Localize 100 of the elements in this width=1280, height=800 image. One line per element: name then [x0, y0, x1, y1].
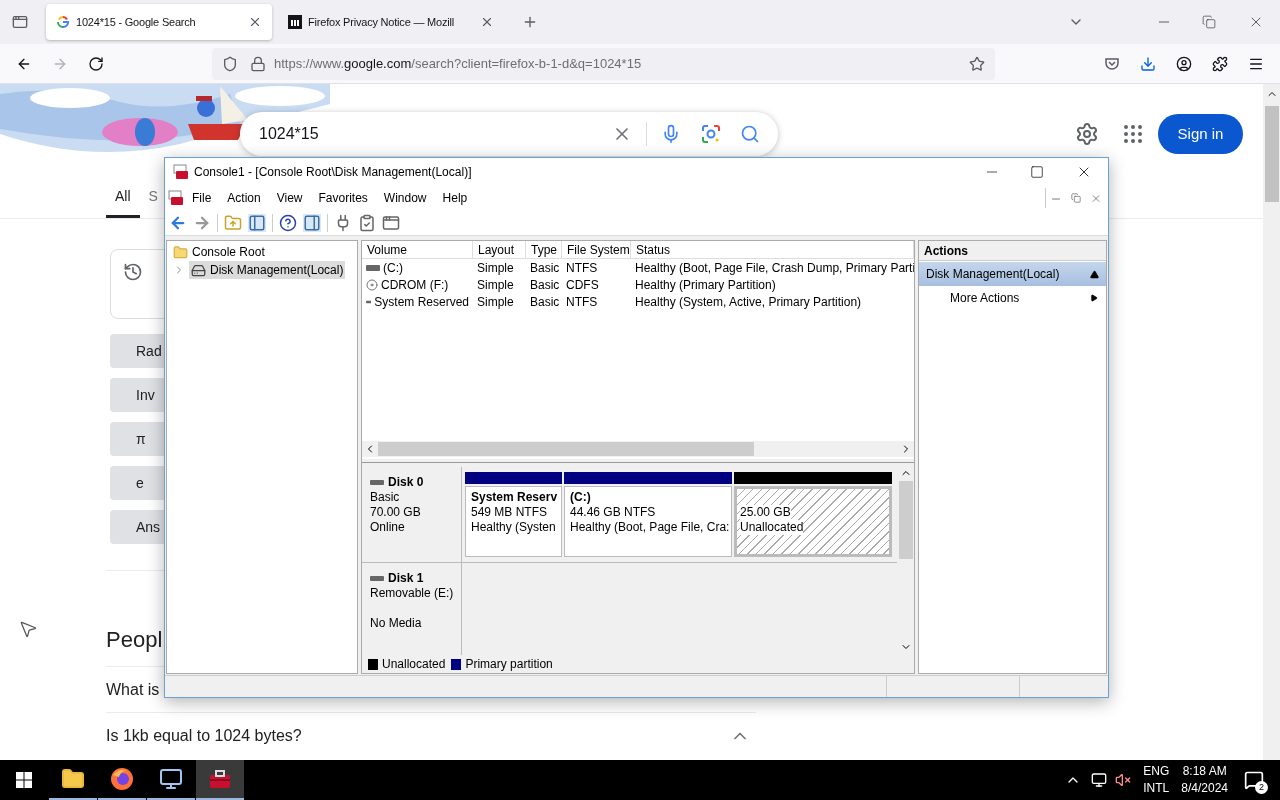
submenu-arrow-icon	[1090, 294, 1098, 302]
action-group-header[interactable]: Disk Management(Local)	[919, 262, 1106, 286]
bookmark-star-icon[interactable]	[969, 55, 985, 72]
folder-icon	[61, 767, 85, 791]
column-header[interactable]: File System	[562, 241, 631, 258]
menu-item[interactable]: Favorites	[310, 189, 376, 207]
reload-icon[interactable]	[88, 55, 104, 72]
favicon-icon	[288, 15, 302, 29]
start-icon[interactable]	[16, 772, 32, 788]
question-text[interactable]: What is	[106, 677, 160, 702]
extensions-icon[interactable]	[1212, 55, 1228, 72]
table-cell-text: System Reserved	[374, 293, 469, 311]
question-text[interactable]: Is 1kb equal to 1024 bytes?	[106, 723, 302, 748]
taskbar-app[interactable]	[196, 760, 244, 800]
browser-tab[interactable]: Firefox Privacy Notice — Mozill	[278, 4, 504, 40]
browser-icon	[110, 767, 134, 791]
scroll-thumb[interactable]	[1264, 106, 1279, 202]
table-cell-text: CDROM (F:)	[381, 276, 449, 294]
menu-item[interactable]: Help	[434, 189, 476, 207]
action-pane-icon[interactable]	[303, 213, 321, 232]
table-cell-text: Basic	[530, 259, 560, 277]
check-icon[interactable]	[358, 213, 376, 232]
table-cell-text: CDFS	[566, 276, 599, 294]
table-cell-text: Healthy (Primary Partition)	[635, 276, 776, 294]
table-cell-text: Simple	[477, 293, 514, 311]
partition-status: Unallocated	[740, 520, 804, 535]
help-icon[interactable]	[279, 213, 297, 232]
tree-pane-icon[interactable]	[248, 213, 266, 232]
partition-status: Healthy (Systen	[471, 520, 556, 535]
close-icon[interactable]	[480, 15, 494, 29]
restore-icon[interactable]	[1202, 15, 1216, 29]
action-item[interactable]: More Actions	[919, 286, 1106, 310]
maximize-icon[interactable]	[1030, 165, 1044, 179]
search-field[interactable]: 1024*15	[240, 112, 778, 156]
table-cell-text: NTFS	[566, 259, 598, 277]
camera-lens-icon[interactable]	[701, 124, 721, 144]
save-to-list-icon[interactable]	[1104, 55, 1120, 72]
legend-label: Primary partition	[465, 656, 553, 673]
disk-name: Disk 1	[388, 571, 424, 586]
close-icon[interactable]	[248, 15, 262, 29]
disk-state: No Media	[370, 616, 423, 631]
tree-item[interactable]: Console Root	[171, 243, 267, 261]
column-header[interactable]: Layout	[473, 241, 526, 258]
shield-icon	[222, 55, 238, 72]
download-icon[interactable]	[1140, 55, 1156, 72]
menu-item[interactable]: Window	[375, 189, 435, 207]
menu-item[interactable]: View	[268, 189, 311, 207]
section-heading: Peopl	[106, 626, 164, 654]
language-indicator[interactable]: ENG INTL	[1143, 763, 1170, 797]
calculator-key[interactable]: Ans	[110, 510, 164, 544]
horizontal-scrollbar[interactable]	[362, 441, 914, 457]
toolbox-icon	[173, 164, 189, 180]
account-icon[interactable]	[1176, 55, 1192, 72]
tree-item[interactable]: Disk Management(Local)	[189, 261, 346, 279]
table-cell-text: Simple	[477, 276, 514, 294]
url-text: https://www.google.com/search?client=firefox-b-1-d&q=1024*15	[274, 54, 642, 73]
partition-block[interactable]: (C:) 44.46 GB NTFS Healthy (Boot, Page File, Cra:	[564, 486, 732, 557]
muted-speaker-icon[interactable]	[1115, 772, 1132, 788]
calculator-key[interactable]: e	[110, 466, 164, 500]
drive-icon	[370, 480, 384, 485]
mic-icon[interactable]	[661, 124, 681, 144]
cursor-icon	[18, 619, 38, 639]
search-icon[interactable]	[740, 124, 760, 144]
url-field[interactable]: https://www.google.com/search?client=firefox-b-1-d&q=1024*15	[212, 47, 995, 80]
new-tab-icon[interactable]	[522, 14, 538, 30]
sign-in-button[interactable]: Sign in	[1158, 114, 1243, 154]
tab-title: 1024*15 - Google Search	[76, 14, 197, 30]
table-cell-text: Healthy (System, Active, Primary Partition)	[635, 293, 862, 311]
partition-size: 44.46 GB NTFS	[570, 505, 657, 520]
calculator-key[interactable]: Inv	[110, 378, 164, 412]
legend-label: Unallocated	[382, 656, 446, 673]
lock-icon	[250, 55, 266, 72]
collapse-icon	[1090, 269, 1099, 279]
table-cell-text: Basic	[530, 293, 560, 311]
scrollbar[interactable]	[1263, 84, 1280, 760]
partition-block[interactable]: 25.00 GB Unallocated	[734, 486, 892, 557]
history-icon[interactable]	[123, 262, 143, 282]
properties-icon[interactable]	[382, 213, 400, 232]
calculator-key[interactable]: π	[110, 422, 164, 456]
column-header[interactable]: Volume	[362, 241, 473, 258]
search-tab[interactable]: S	[139, 182, 167, 218]
calculator-key[interactable]: Rad	[110, 334, 164, 368]
disk-state: Online	[370, 520, 406, 535]
partition-name: (C:)	[570, 490, 592, 505]
disk-name: Disk 0	[388, 475, 424, 490]
tab-title: Firefox Privacy Notice — Mozill	[308, 14, 455, 30]
table-cell-text: Basic	[530, 276, 560, 294]
browser-tab[interactable]: 1024*15 - Google Search	[46, 4, 272, 40]
settings-icon[interactable]	[1075, 122, 1099, 146]
partition-block[interactable]: System Reserv 549 MB NTFS Healthy (Systen	[465, 486, 562, 557]
partition-name: System Reserv	[471, 490, 556, 505]
column-header[interactable]: Type	[526, 241, 562, 258]
toolbox-icon	[208, 767, 232, 791]
monitor-icon	[159, 767, 183, 791]
network-icon[interactable]	[1091, 772, 1108, 788]
menu-item[interactable]: Action	[219, 189, 269, 207]
apps-icon[interactable]	[1121, 122, 1145, 146]
menu-item[interactable]: File	[184, 189, 220, 207]
clock[interactable]: 8:18 AM 8/4/2024	[1181, 763, 1228, 797]
column-header[interactable]: Status	[631, 241, 914, 258]
